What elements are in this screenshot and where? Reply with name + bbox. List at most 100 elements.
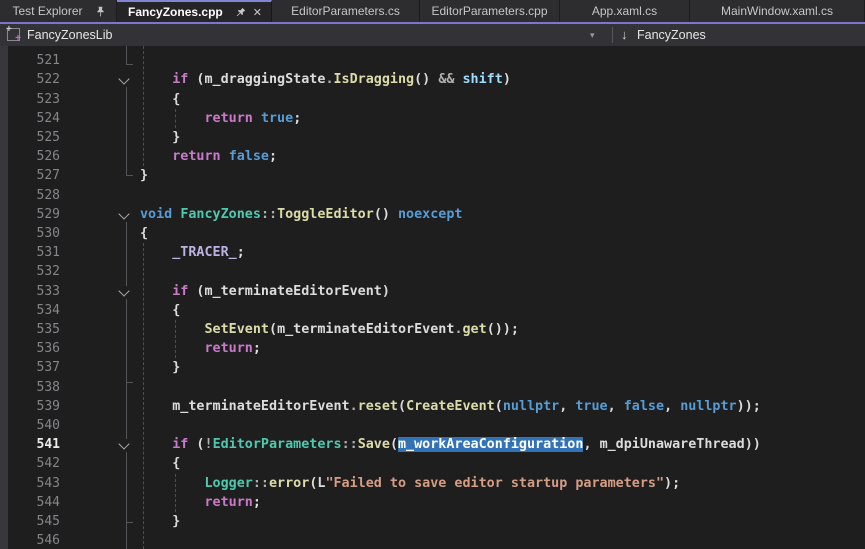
- token: EditorParameters: [213, 437, 342, 452]
- code-line-538[interactable]: 538: [0, 378, 865, 397]
- code-text: if (m_draggingState.IsDragging() && shif…: [140, 70, 511, 89]
- token: }: [140, 360, 180, 375]
- token: )): [745, 437, 761, 452]
- fold-chevron-icon[interactable]: [117, 74, 132, 87]
- token: (: [188, 72, 204, 87]
- token: return: [172, 149, 220, 164]
- token: Save: [358, 437, 390, 452]
- code-line-536[interactable]: 536 return;: [0, 339, 865, 358]
- code-line-534[interactable]: 534 {: [0, 301, 865, 320]
- tab-test-explorer[interactable]: Test Explorer: [0, 0, 117, 22]
- token: [140, 437, 172, 452]
- line-number: 540: [12, 416, 60, 435]
- tab-editorparameters-cs[interactable]: EditorParameters.cs: [272, 0, 420, 22]
- tab-editorparameters-cpp[interactable]: EditorParameters.cpp: [420, 0, 560, 22]
- code-line-523[interactable]: 523 {: [0, 90, 865, 109]
- selected-text[interactable]: m_workAreaConfiguration: [398, 437, 583, 452]
- code-line-544[interactable]: 544 return;: [0, 493, 865, 512]
- token: {: [140, 92, 180, 107]
- breakpoint-margin[interactable]: [0, 46, 8, 549]
- chevron-down-icon: [118, 208, 129, 219]
- token: {: [140, 456, 180, 471]
- token: if: [172, 72, 188, 87]
- chevron-down-icon: [118, 439, 129, 450]
- code-line-546[interactable]: 546: [0, 531, 865, 549]
- code-line-542[interactable]: 542 {: [0, 454, 865, 473]
- token: [140, 149, 172, 164]
- token: (: [269, 322, 277, 337]
- token: [140, 399, 172, 414]
- tab-fancyzones-cpp[interactable]: FancyZones.cpp ✕: [117, 0, 272, 22]
- code-line-524[interactable]: 524 return true;: [0, 109, 865, 128]
- token: [140, 284, 172, 299]
- code-line-539[interactable]: 539 m_terminateEditorEvent.reset(CreateE…: [0, 397, 865, 416]
- token: m_draggingState: [205, 72, 326, 87]
- token: m_terminateEditorEvent: [205, 284, 382, 299]
- line-number: 543: [12, 474, 60, 493]
- outline-region-end-tick: [126, 64, 133, 65]
- token: [140, 341, 205, 356]
- token: {: [140, 303, 180, 318]
- project-dropdown[interactable]: FancyZonesLib: [27, 24, 112, 46]
- token: [140, 476, 205, 491]
- outline-region-end-tick: [126, 382, 133, 383]
- token: [253, 111, 261, 126]
- member-dropdown[interactable]: FancyZones: [637, 24, 706, 46]
- outline-margin-line: [126, 87, 127, 175]
- token: .: [325, 72, 333, 87]
- chevron-down-icon[interactable]: ▾: [590, 24, 595, 46]
- token: );: [664, 476, 680, 491]
- code-text: {: [140, 224, 148, 243]
- navbar-separator: [612, 27, 613, 43]
- pin-icon[interactable]: [232, 4, 248, 20]
- line-number: 539: [12, 397, 60, 416]
- token: ;: [237, 245, 245, 260]
- document-tab-bar: Test Explorer FancyZones.cpp ✕ EditorParame…: [0, 0, 865, 24]
- token: reset: [358, 399, 398, 414]
- code-line-543[interactable]: 543 Logger::error(L"Failed to save edito…: [0, 474, 865, 493]
- code-line-531[interactable]: 531 _TRACER_;: [0, 243, 865, 262]
- code-line-532[interactable]: 532: [0, 262, 865, 281]
- close-icon[interactable]: ✕: [253, 6, 262, 19]
- token: (: [495, 399, 503, 414]
- token: }: [140, 168, 148, 183]
- line-number: 530: [12, 224, 60, 243]
- token: ToggleEditor: [277, 207, 374, 222]
- token: nullptr: [680, 399, 736, 414]
- code-text: Logger::error(L"Failed to save editor st…: [140, 474, 680, 493]
- code-text: }: [140, 512, 180, 531]
- token: true: [575, 399, 607, 414]
- pin-icon[interactable]: [95, 6, 106, 17]
- code-line-525[interactable]: 525 }: [0, 128, 865, 147]
- token: ): [382, 284, 390, 299]
- token: [140, 322, 205, 337]
- token: false: [229, 149, 269, 164]
- code-line-537[interactable]: 537 }: [0, 358, 865, 377]
- code-line-535[interactable]: 535 SetEvent(m_terminateEditorEvent.get(…: [0, 320, 865, 339]
- tab-mainwindow-xaml-cs[interactable]: MainWindow.xaml.cs: [690, 0, 865, 22]
- line-number: 538: [12, 378, 60, 397]
- line-number: 528: [12, 186, 60, 205]
- token: ::: [261, 207, 277, 222]
- code-line-521[interactable]: 521: [0, 51, 865, 70]
- token: shift: [463, 72, 503, 87]
- tab-label: FancyZones.cpp: [126, 5, 225, 19]
- code-line-526[interactable]: 526 return false;: [0, 147, 865, 166]
- token: {: [140, 226, 148, 241]
- code-line-528[interactable]: 528: [0, 186, 865, 205]
- indent-guide: [175, 474, 176, 512]
- token: error: [269, 476, 309, 491]
- tab-label: MainWindow.xaml.cs: [719, 4, 835, 18]
- line-number: 546: [12, 531, 60, 549]
- token: FancyZones: [180, 207, 261, 222]
- fold-chevron-icon[interactable]: [117, 286, 132, 299]
- code-line-540[interactable]: 540: [0, 416, 865, 435]
- code-editor[interactable]: 520521522 if (m_draggingState.IsDragging…: [0, 46, 865, 549]
- fold-chevron-icon[interactable]: [117, 209, 132, 222]
- fold-chevron-icon[interactable]: [117, 439, 132, 452]
- code-text: m_terminateEditorEvent.reset(CreateEvent…: [140, 397, 761, 416]
- code-line-530[interactable]: 530 {: [0, 224, 865, 243]
- tab-app-xaml-cs[interactable]: App.xaml.cs: [560, 0, 690, 22]
- token: }: [140, 514, 180, 529]
- token: return: [205, 341, 253, 356]
